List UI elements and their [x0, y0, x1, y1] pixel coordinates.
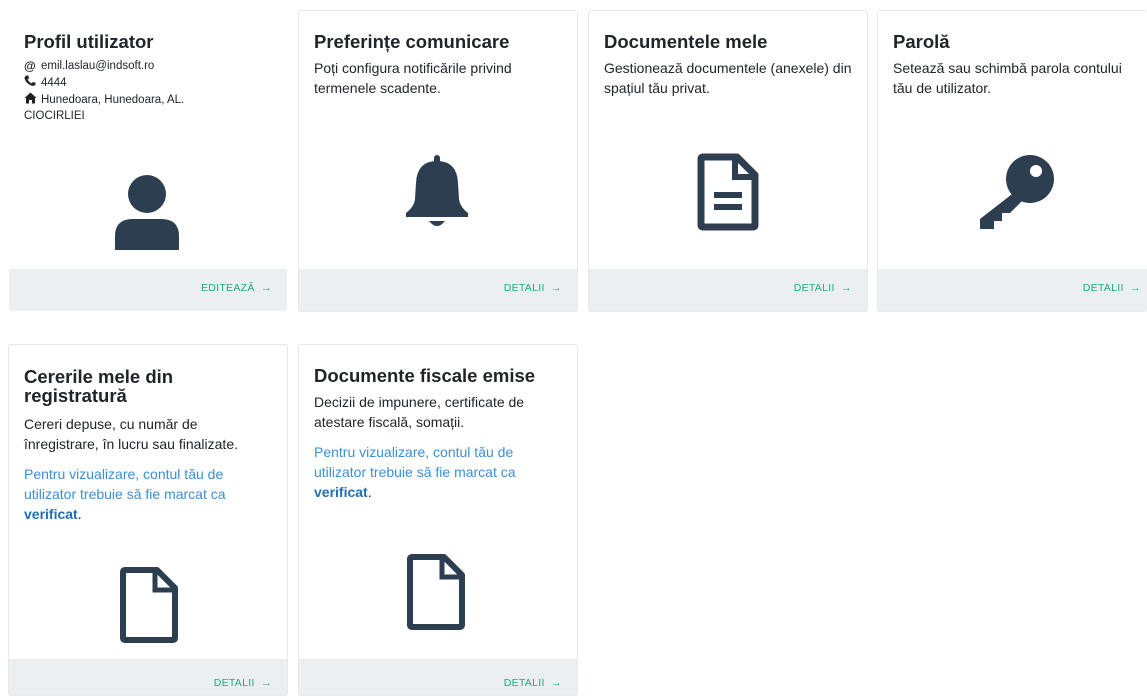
note-end: . [367, 484, 372, 500]
address-line1: Hunedoara, Hunedoara, AL. [41, 94, 185, 106]
card-description: Gestionează documentele (anexele) din sp… [604, 60, 852, 96]
email-text: emil.laslau@indsoft.ro [41, 60, 155, 72]
card-footer: DETALII → [299, 269, 577, 311]
at-icon: @ [24, 59, 36, 73]
verification-note: Pentru vizualizare, contul tău de utiliz… [314, 442, 544, 502]
details-link[interactable]: DETALII → [214, 677, 272, 689]
file-icon [406, 553, 466, 638]
user-icon [113, 174, 181, 255]
details-label: DETALII [503, 282, 545, 294]
bell-icon [403, 155, 471, 236]
phone-text: 4444 [41, 77, 67, 89]
arrow-right-icon: → [260, 677, 272, 689]
details-label: DETALII [503, 677, 545, 689]
card-registry-requests: Cererile mele din registratură Cereri de… [8, 344, 288, 696]
phone-icon [24, 75, 41, 91]
card-title: Parolă [893, 31, 950, 52]
card-title: Preferințe comunicare [314, 31, 510, 52]
details-label: DETALII [213, 677, 255, 689]
card-title: Cererile mele din registratură [24, 366, 174, 406]
note-text: Pentru vizualizare, contul tău de utiliz… [24, 466, 226, 502]
card-footer: DETALII → [878, 269, 1147, 311]
card-title: Documente fiscale emise [314, 365, 536, 386]
card-footer: DETALII → [589, 269, 867, 311]
arrow-right-icon: → [840, 282, 852, 294]
details-link[interactable]: DETALII → [1083, 282, 1141, 294]
home-icon [24, 92, 41, 108]
card-communication-preferences: Preferințe comunicare Poți configura not… [298, 10, 578, 312]
file-icon [119, 566, 179, 651]
card-footer: DETALII → [299, 659, 577, 695]
card-description: Cereri depuse, cu număr de înregistrare,… [24, 416, 238, 452]
note-bold: verificat [314, 484, 368, 500]
card-profile: Profil utilizator @ emil.laslau@indsoft.r… [8, 10, 288, 312]
details-link[interactable]: DETALII → [794, 282, 852, 294]
edit-label: EDITEAZĂ [200, 282, 255, 294]
details-link[interactable]: DETALII → [504, 282, 562, 294]
card-password: Parolă Setează sau schimbă parola contul… [877, 10, 1147, 312]
card-description: Poți configura notificările privind term… [314, 60, 512, 96]
note-text: Pentru vizualizare, contul tău de utiliz… [314, 444, 516, 480]
note-bold: verificat [24, 506, 78, 522]
arrow-right-icon: → [1129, 282, 1141, 294]
address-line2: CIOCIRLIEI [24, 110, 85, 122]
note-end: . [77, 506, 82, 522]
details-label: DETALII [1082, 282, 1124, 294]
edit-link[interactable]: EDITEAZĂ → [201, 282, 272, 294]
card-description: Setează sau schimbă parola contului tău … [893, 60, 1122, 96]
arrow-right-icon: → [550, 282, 562, 294]
card-title: Profil utilizator [24, 31, 154, 52]
details-label: DETALII [793, 282, 835, 294]
card-description: Decizii de impunere, certificate de ates… [314, 394, 525, 430]
details-link[interactable]: DETALII → [504, 677, 562, 689]
file-text-icon [697, 153, 759, 236]
arrow-right-icon: → [260, 282, 272, 294]
verification-note: Pentru vizualizare, contul tău de utiliz… [24, 464, 264, 524]
contact-info: @ emil.laslau@indsoft.ro 4444 Hunedoara, … [24, 58, 272, 124]
card-fiscal-documents: Documente fiscale emise Decizii de impun… [298, 344, 578, 696]
card-footer: DETALII → [9, 659, 287, 695]
card-footer: EDITEAZĂ → [9, 269, 287, 311]
arrow-right-icon: → [550, 677, 562, 689]
card-title: Documentele mele [604, 31, 768, 52]
key-icon [976, 153, 1058, 238]
card-my-documents: Documentele mele Gestionează documentele… [588, 10, 868, 312]
